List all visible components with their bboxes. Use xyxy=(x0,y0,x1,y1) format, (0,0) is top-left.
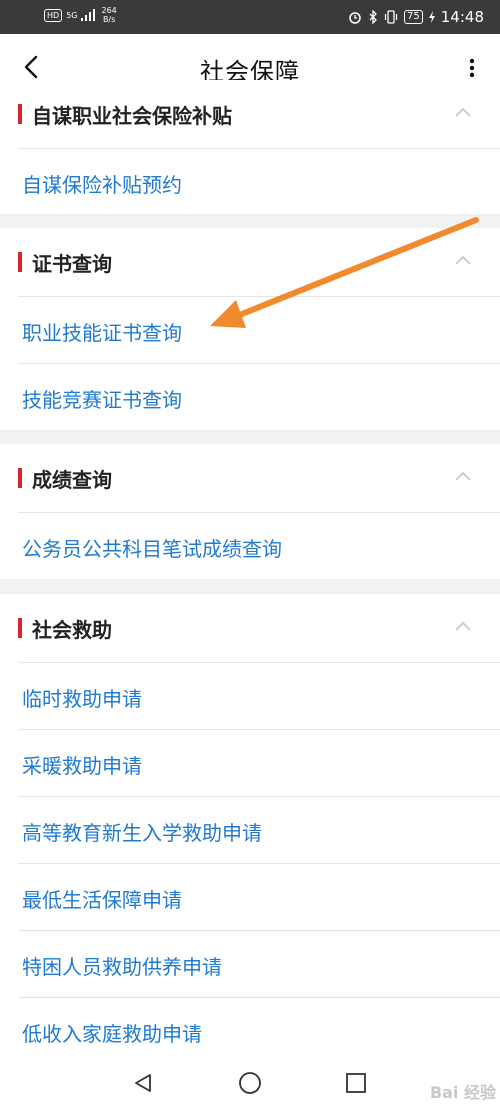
nav-back-button[interactable] xyxy=(130,1070,156,1096)
network-speed: 264 B/s xyxy=(101,6,117,24)
section-accent-bar xyxy=(18,618,22,638)
hd-badge: HD xyxy=(44,8,63,22)
list-item[interactable]: 最低生活保障申请 xyxy=(18,864,500,931)
section-self-employment-subsidy: 自谋职业社会保险补贴 自谋保险补贴预约 xyxy=(0,80,500,214)
list-item[interactable]: 公务员公共科目笔试成绩查询 xyxy=(18,513,500,579)
signal-icon xyxy=(81,9,96,21)
section-accent-bar xyxy=(18,252,22,272)
list-item[interactable]: 自谋保险补贴预约 xyxy=(18,149,500,214)
system-nav-bar: Bai 经验 xyxy=(0,1054,500,1111)
list-item-label: 采暖救助申请 xyxy=(22,754,142,778)
watermark: Bai 经验 xyxy=(429,1083,496,1102)
list-item[interactable]: 技能竞赛证书查询 xyxy=(18,364,500,430)
status-time: 14:48 xyxy=(440,8,484,26)
bluetooth-icon xyxy=(369,10,377,24)
list-item-label: 低收入家庭救助申请 xyxy=(22,1022,202,1046)
section-certificate-query: 证书查询 职业技能证书查询 技能竞赛证书查询 xyxy=(0,228,500,430)
list-item-label: 临时救助申请 xyxy=(22,687,142,711)
alarm-icon xyxy=(349,12,361,24)
section-title: 成绩查询 xyxy=(32,468,112,492)
list-item-label: 自谋保险补贴预约 xyxy=(22,173,182,197)
section-social-assistance: 社会救助 临时救助申请 采暖救助申请 高等教育新生入学救助申请 最低生活保障申请… xyxy=(0,594,500,1054)
section-title: 社会救助 xyxy=(32,618,112,642)
list-item[interactable]: 采暖救助申请 xyxy=(18,730,500,797)
list-item-label: 高等教育新生入学救助申请 xyxy=(22,821,262,845)
list-item-label: 技能竞赛证书查询 xyxy=(22,388,182,412)
section-header[interactable]: 成绩查询 xyxy=(18,444,500,513)
list-item-label: 职业技能证书查询 xyxy=(22,321,182,345)
list-item[interactable]: 低收入家庭救助申请 xyxy=(18,998,500,1054)
circle-home-icon xyxy=(239,1072,261,1094)
section-title: 证书查询 xyxy=(32,252,112,276)
list-item-label: 公务员公共科目笔试成绩查询 xyxy=(22,537,282,561)
list-item[interactable]: 特困人员救助供养申请 xyxy=(18,931,500,998)
charging-icon xyxy=(428,11,435,23)
status-bar: HD 5G 264 B/s 75 14:48 xyxy=(0,0,500,34)
section-header[interactable]: 证书查询 xyxy=(18,228,500,297)
nav-recents-button[interactable] xyxy=(343,1070,369,1096)
list-item-label: 最低生活保障申请 xyxy=(22,888,182,912)
list-item-label: 特困人员救助供养申请 xyxy=(22,955,222,979)
chevron-up-icon xyxy=(455,255,471,265)
more-button[interactable] xyxy=(462,56,482,80)
chevron-up-icon xyxy=(455,621,471,631)
more-vertical-icon xyxy=(469,58,475,78)
chevron-up-icon xyxy=(455,107,471,117)
chevron-up-icon xyxy=(455,471,471,481)
section-header[interactable]: 社会救助 xyxy=(18,594,500,663)
list-item[interactable]: 高等教育新生入学救助申请 xyxy=(18,797,500,864)
section-title: 自谋职业社会保险补贴 xyxy=(32,104,232,128)
list-item[interactable]: 临时救助申请 xyxy=(18,663,500,730)
section-header[interactable]: 自谋职业社会保险补贴 xyxy=(18,80,500,149)
network-type: 5G xyxy=(66,10,78,20)
section-score-query: 成绩查询 公务员公共科目笔试成绩查询 xyxy=(0,444,500,579)
section-accent-bar xyxy=(18,468,22,488)
nav-home-button[interactable] xyxy=(237,1070,263,1096)
triangle-back-icon xyxy=(135,1074,151,1092)
section-accent-bar xyxy=(18,104,22,124)
square-recents-icon xyxy=(346,1073,366,1093)
vibrate-icon xyxy=(384,10,398,24)
battery-level: 75 xyxy=(404,10,423,24)
list-item[interactable]: 职业技能证书查询 xyxy=(18,297,500,364)
